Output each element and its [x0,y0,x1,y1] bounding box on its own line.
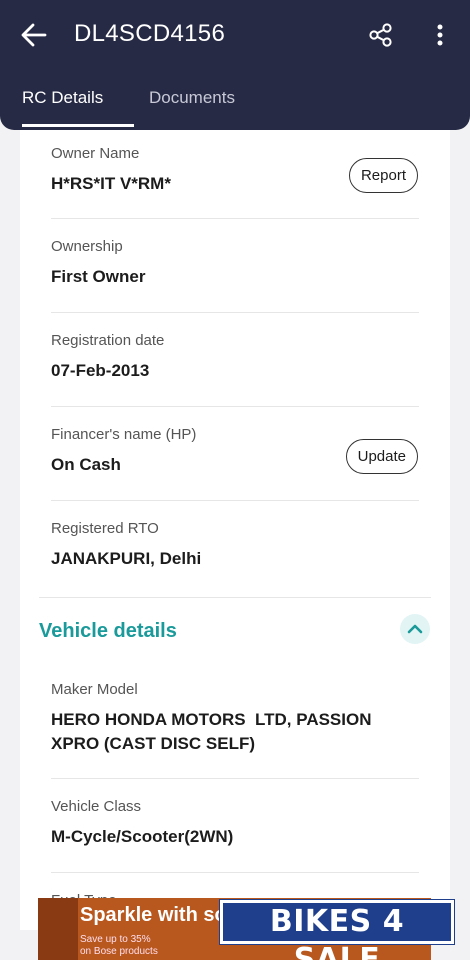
divider [51,500,419,501]
chevron-up-icon[interactable] [400,614,430,644]
rc-details-card: Owner Name H*RS*IT V*RM* Report Ownershi… [20,110,450,930]
update-button[interactable]: Update [345,439,418,474]
vehicle-details-title[interactable]: Vehicle details [39,620,177,643]
vehicle-class-value: M-Cycle/Scooter(2WN) [51,827,234,846]
divider [51,872,419,873]
tab-rc-details[interactable]: RC Details [22,88,103,108]
maker-model-label: Maker Model [51,681,138,698]
report-button[interactable]: Report [348,158,418,193]
share-icon[interactable] [368,22,394,48]
page-title: DL4SCD4156 [74,20,226,47]
divider [51,312,419,313]
tab-documents[interactable]: Documents [149,88,235,108]
registration-date-label: Registration date [51,332,165,349]
divider [51,406,419,407]
ad-subtext: on Bose products [80,946,158,957]
ownership-label: Ownership [51,238,123,255]
divider [51,778,419,779]
watermark-logo: BIKES 4 SALE [219,899,455,960]
arrow-left-icon[interactable] [20,22,48,48]
vehicle-class-row: Vehicle Class M-Cycle/Scooter(2WN) [51,798,419,849]
ad-brand-stripe [38,898,78,960]
registered-rto-label: Registered RTO [51,520,159,537]
registered-rto-value: JANAKPURI, Delhi [51,549,202,568]
app-bar: DL4SCD4156 RC Details Documents [0,0,470,130]
ad-headline: Sparkle with sou [80,904,239,926]
ad-subtext: Save up to 35% [80,934,151,945]
more-vertical-icon[interactable] [430,22,450,48]
active-tab-indicator [22,124,134,127]
ownership-value: First Owner [51,267,146,286]
registration-date-row: Registration date 07-Feb-2013 [51,332,419,383]
maker-model-row: Maker Model HERO HONDA MOTORS LTD, PASSI… [51,681,419,756]
divider [51,218,419,219]
vehicle-class-label: Vehicle Class [51,798,142,815]
registration-date-value: 07-Feb-2013 [51,361,150,380]
registered-rto-row: Registered RTO JANAKPURI, Delhi [51,520,419,571]
ownership-row: Ownership First Owner [51,238,419,289]
maker-model-value: HERO HONDA MOTORS LTD, PASSION XPRO (CAS… [51,710,377,753]
section-divider [39,597,431,598]
